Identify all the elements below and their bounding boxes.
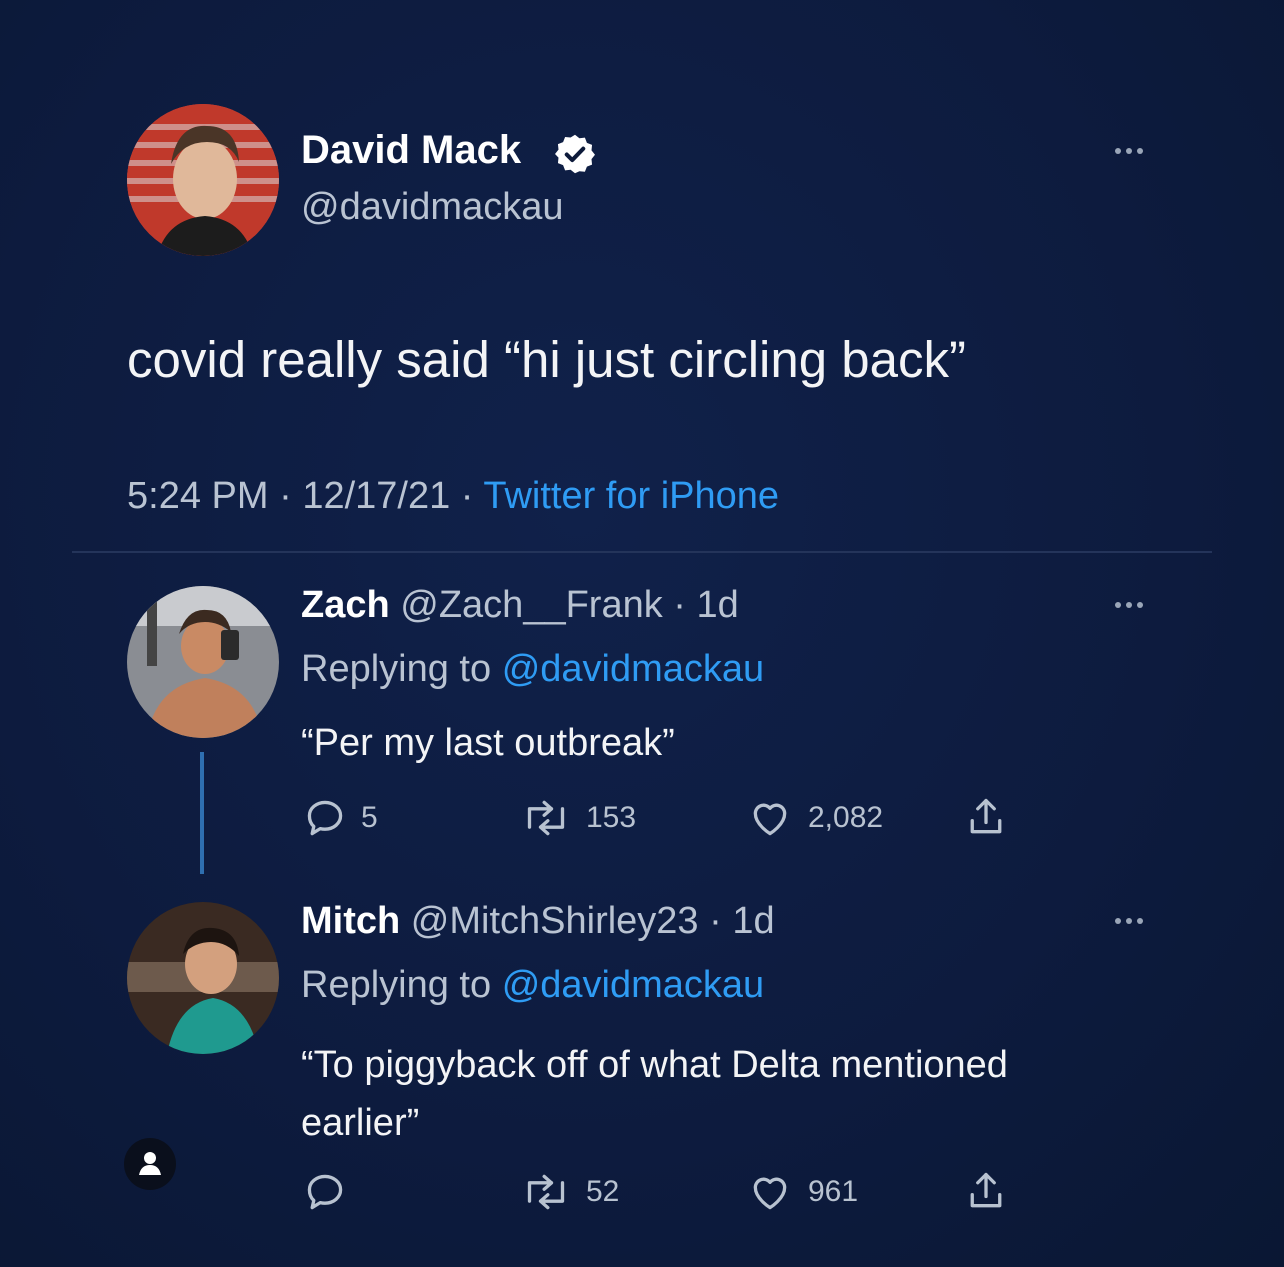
like-count: 961 bbox=[808, 1175, 859, 1208]
replying-to: Replying to @davidmackau bbox=[301, 964, 764, 1007]
like-icon bbox=[753, 803, 787, 836]
replying-to-prefix: Replying to bbox=[301, 648, 492, 690]
author-handle[interactable]: @davidmackau bbox=[301, 186, 563, 229]
meta-separator: · bbox=[279, 475, 292, 517]
retweet-button[interactable]: 153 bbox=[520, 796, 636, 840]
reply-header: Mitch @MitchShirley23 · 1d bbox=[301, 900, 775, 943]
reply-handle[interactable]: @MitchShirley23 bbox=[411, 900, 699, 942]
more-icon[interactable] bbox=[1115, 602, 1143, 608]
reply-button[interactable]: 5 bbox=[303, 796, 378, 840]
author-avatar-image bbox=[127, 104, 279, 256]
reply-age: · 1d bbox=[709, 900, 775, 942]
reply-icon bbox=[307, 1174, 343, 1210]
reply-icon bbox=[307, 800, 343, 836]
reply-header: Zach @Zach__Frank · 1d bbox=[301, 584, 739, 627]
reply-text: “To piggyback off of what Delta mentione… bbox=[301, 1036, 1008, 1152]
meta-separator: · bbox=[460, 475, 474, 517]
reply-name[interactable]: Zach bbox=[301, 584, 390, 626]
reply-avatar-image bbox=[127, 586, 279, 738]
replying-to-link[interactable]: @davidmackau bbox=[502, 648, 764, 690]
like-icon bbox=[753, 1177, 787, 1210]
tweet-text: covid really said “hi just circling back… bbox=[127, 331, 966, 388]
reply-button[interactable] bbox=[303, 1170, 361, 1214]
reply-count: 5 bbox=[361, 801, 378, 834]
reply-avatar-image bbox=[127, 902, 279, 1054]
reply-avatar-zach[interactable] bbox=[127, 586, 279, 738]
author-name-text: David Mack bbox=[301, 128, 522, 172]
tweet-source-link[interactable]: Twitter for iPhone bbox=[483, 475, 779, 517]
replying-to: Replying to @davidmackau bbox=[301, 648, 764, 691]
screenshot-frame: David Mack @davidmackau covid really sai… bbox=[0, 0, 1284, 1267]
retweet-count: 153 bbox=[586, 801, 637, 834]
reply-text-line: earlier” bbox=[301, 1102, 420, 1144]
like-count: 2,082 bbox=[808, 801, 884, 834]
replying-to-prefix: Replying to bbox=[301, 964, 492, 1006]
author-avatar[interactable] bbox=[127, 104, 279, 256]
tweet-date[interactable]: 12/17/21 bbox=[302, 475, 450, 517]
retweet-count: 52 bbox=[586, 1175, 620, 1208]
reply-age: · 1d bbox=[673, 584, 739, 626]
reply-name[interactable]: Mitch bbox=[301, 900, 400, 942]
share-button[interactable] bbox=[964, 794, 1008, 840]
retweet-icon bbox=[527, 1174, 565, 1210]
author-name[interactable]: David Mack bbox=[301, 128, 521, 173]
person-icon[interactable] bbox=[124, 1138, 176, 1190]
retweet-button[interactable]: 52 bbox=[520, 1170, 619, 1214]
divider bbox=[72, 551, 1212, 553]
reply-text: “Per my last outbreak” bbox=[301, 722, 675, 764]
share-button[interactable] bbox=[964, 1168, 1008, 1214]
reply-text-line: “To piggyback off of what Delta mentione… bbox=[301, 1044, 1008, 1086]
like-button[interactable]: 961 bbox=[746, 1170, 858, 1214]
replying-to-link[interactable]: @davidmackau bbox=[502, 964, 764, 1006]
reply-handle[interactable]: @Zach__Frank bbox=[400, 584, 662, 626]
share-icon bbox=[970, 1172, 1002, 1208]
more-icon[interactable] bbox=[1115, 148, 1143, 154]
more-icon[interactable] bbox=[1115, 918, 1143, 924]
thread-line bbox=[200, 752, 204, 874]
verified-icon bbox=[553, 132, 597, 181]
retweet-icon bbox=[527, 800, 565, 836]
tweet-meta: 5:24 PM · 12/17/21 · Twitter for iPhone bbox=[127, 475, 779, 518]
like-button[interactable]: 2,082 bbox=[746, 796, 883, 840]
tweet-time[interactable]: 5:24 PM bbox=[127, 475, 269, 517]
reply-avatar-mitch[interactable] bbox=[127, 902, 279, 1054]
share-icon bbox=[970, 798, 1002, 834]
